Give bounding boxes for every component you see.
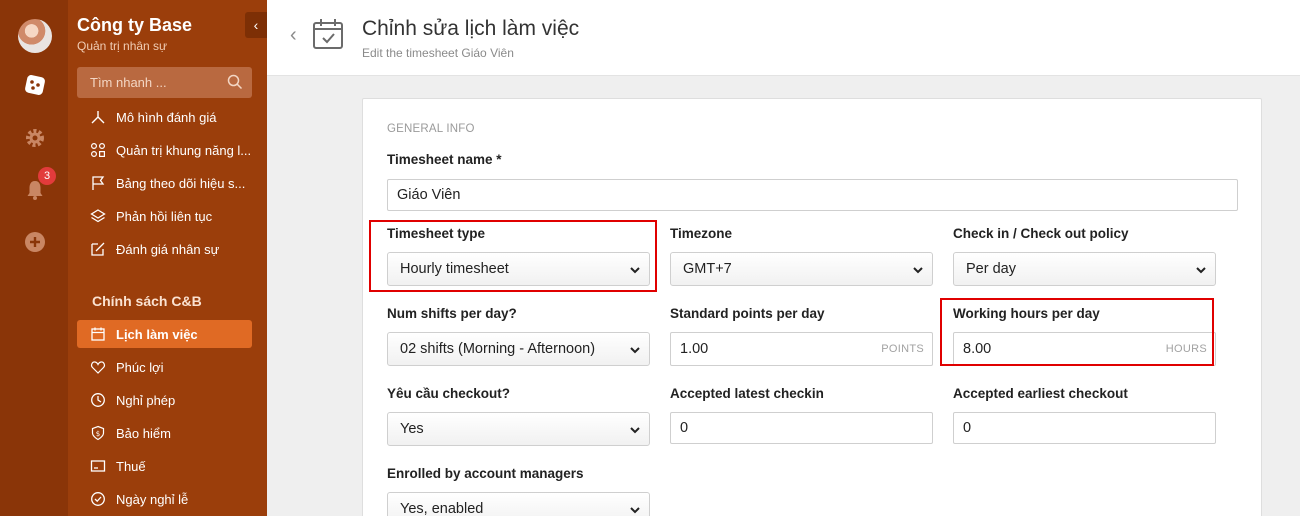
company-subtitle: Quản trị nhân sự [77,39,168,53]
chevron-down-icon [1196,267,1206,274]
gear-icon[interactable] [23,126,47,150]
chevron-down-icon [913,267,923,274]
search-icon [227,74,243,90]
page-title: Chỉnh sửa lịch làm việc [362,17,580,40]
standard-points-input[interactable]: 1.00 POINTS [670,332,933,366]
checkout-required-select[interactable]: Yes [387,412,650,446]
check-circle-icon [91,492,105,506]
tripod-icon [91,111,105,124]
earliest-checkout-label: Accepted earliest checkout [953,386,1128,401]
sidebar-item-evaluation-model[interactable]: Mô hình đánh giá [77,103,252,131]
section-title-cb: Chính sách C&B [92,293,202,309]
latest-checkin-label: Accepted latest checkin [670,386,824,401]
grid-icon [90,142,106,158]
clock-icon [91,393,105,407]
sidebar-item-staff-evaluation[interactable]: Đánh giá nhân sự [77,235,252,263]
heart-icon [91,361,105,374]
sidebar-item-leave[interactable]: Nghỉ phép [77,386,252,414]
collapse-sidebar-button[interactable]: ‹ [245,12,267,38]
notification-badge: 3 [38,167,56,185]
latest-checkin-input[interactable]: 0 [670,412,933,444]
highlight-timesheet-type [369,220,657,292]
highlight-working-hours [940,298,1214,366]
page-header: ‹ Chỉnh sửa lịch làm việc Edit the times… [267,0,1300,76]
points-unit: POINTS [881,343,924,355]
sidebar-item-competency-framework[interactable]: Quản trị khung năng l... [77,136,252,164]
icon-rail: 3 [0,0,68,516]
timezone-select[interactable]: GMT+7 [670,252,933,286]
svg-text:$: $ [96,430,100,438]
section-label: GENERAL INFO [387,123,475,135]
calendar-icon [91,327,105,341]
shield-icon: $ [91,425,105,441]
num-shifts-select[interactable]: 02 shifts (Morning - Afternoon) [387,332,650,366]
back-button[interactable]: ‹ [290,24,297,47]
chevron-down-icon [630,347,640,354]
checkin-policy-select[interactable]: Per day [953,252,1216,286]
sidebar-item-insurance[interactable]: $ Bảo hiểm [77,419,252,447]
checkin-policy-label: Check in / Check out policy [953,226,1129,241]
sidebar-item-benefits[interactable]: Phúc lợi [77,353,252,381]
num-shifts-label: Num shifts per day? [387,306,517,321]
standard-points-label: Standard points per day [670,306,825,321]
chevron-left-icon: ‹ [253,17,259,33]
enrolled-label: Enrolled by account managers [387,466,584,481]
chevron-left-icon: ‹ [290,24,297,46]
sidebar-item-tax[interactable]: Thuế [77,452,252,480]
chevron-down-icon [630,427,640,434]
checkout-required-label: Yêu cầu checkout? [387,386,511,401]
sidebar: Công ty Base Quản trị nhân sự ‹ Tìm nhan… [68,0,267,516]
enrolled-select[interactable]: Yes, enabled [387,492,650,516]
sidebar-item-continuous-feedback[interactable]: Phản hồi liên tục [77,202,252,230]
sidebar-item-work-schedule[interactable]: Lịch làm việc [77,320,252,348]
company-name[interactable]: Công ty Base [77,15,192,36]
quick-search-input[interactable]: Tìm nhanh ... [77,67,252,98]
timesheet-name-input[interactable]: Giáo Viên [387,179,1238,211]
chevron-down-icon [630,507,640,514]
flag-icon [92,176,105,190]
card-icon [90,460,106,472]
timezone-label: Timezone [670,226,733,241]
sidebar-item-holidays[interactable]: Ngày nghỉ lễ [77,485,252,513]
edit-icon [91,242,105,256]
layers-icon [90,209,106,223]
search-placeholder: Tìm nhanh ... [90,75,167,90]
avatar[interactable] [18,19,52,53]
earliest-checkout-input[interactable]: 0 [953,412,1216,444]
dice-icon[interactable] [23,73,47,97]
timesheet-name-label: Timesheet name * [387,152,502,167]
calendar-check-icon [313,19,343,49]
sidebar-item-performance-tracking[interactable]: Bảng theo dõi hiệu s... [77,169,252,197]
plus-circle-icon[interactable] [23,230,47,254]
page-subtitle: Edit the timesheet Giáo Viên [362,46,514,60]
